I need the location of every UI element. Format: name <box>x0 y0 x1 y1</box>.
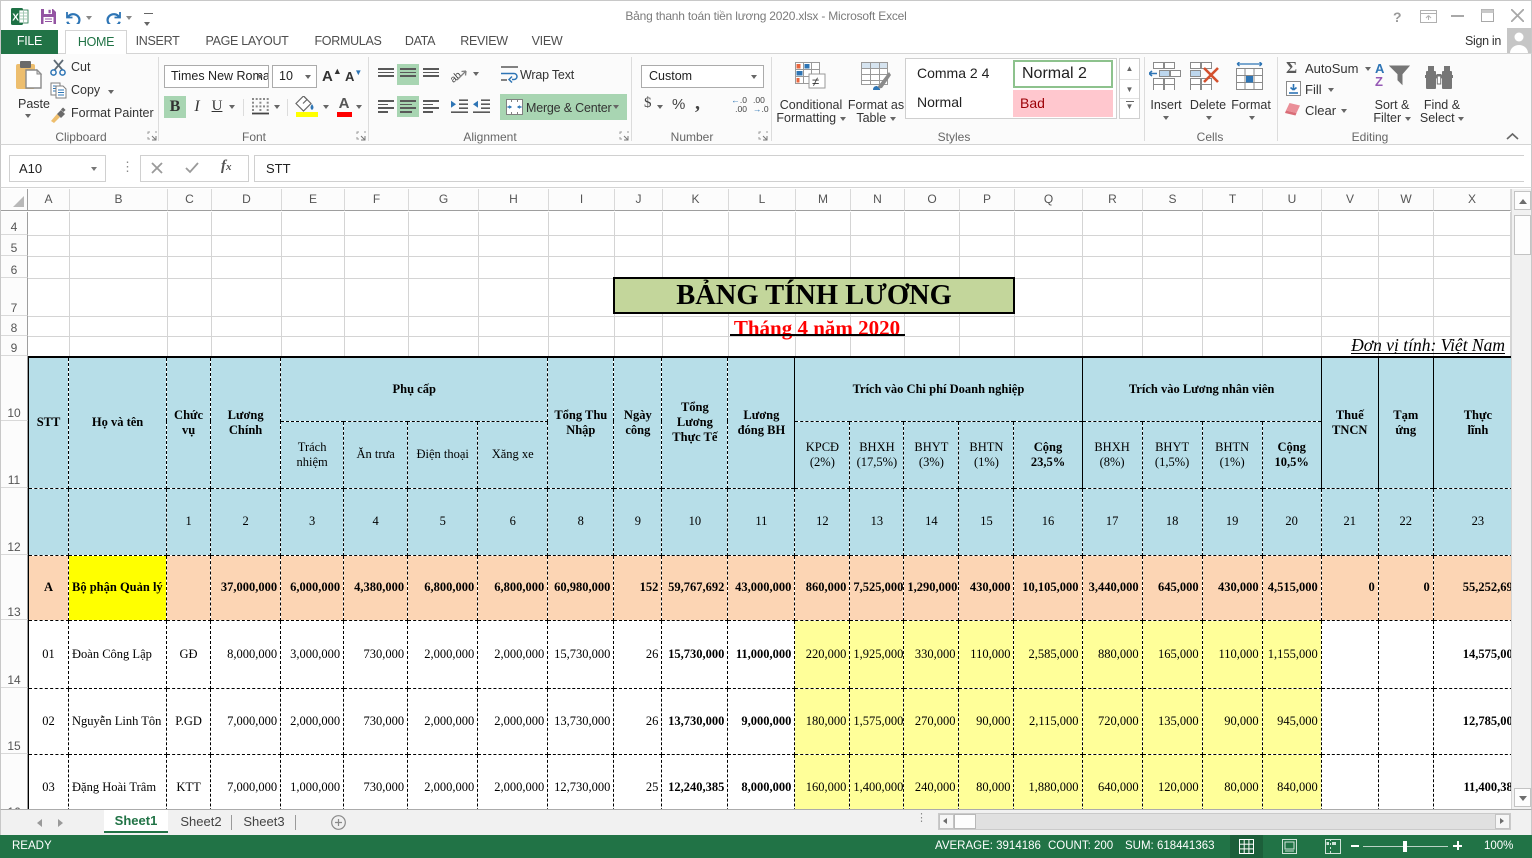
svg-text:≠: ≠ <box>812 74 819 89</box>
